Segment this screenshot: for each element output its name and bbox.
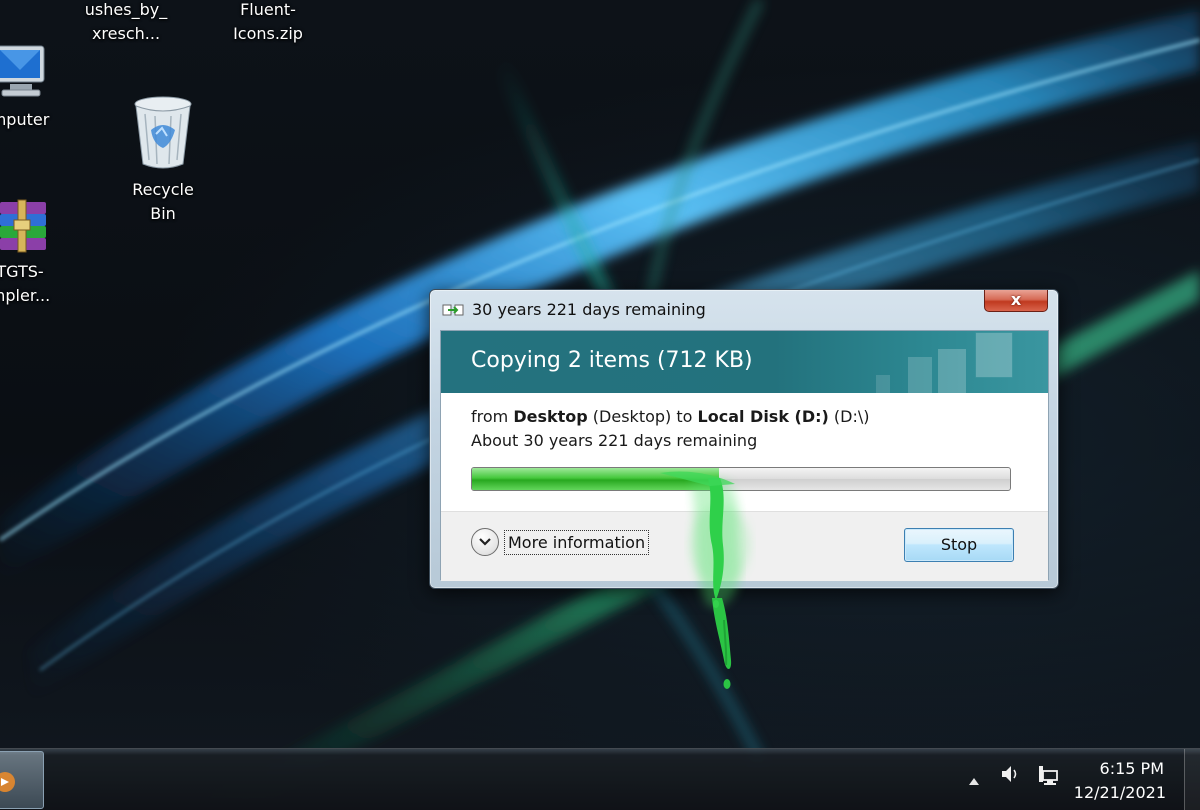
desktop-icon-label: Bin bbox=[150, 204, 176, 223]
copy-status-heading: Copying 2 items (712 KB) bbox=[471, 348, 753, 373]
desktop-icon-recycle-bin[interactable]: Recycle Bin bbox=[113, 94, 213, 226]
header-decoration bbox=[876, 332, 1013, 393]
desktop-icon-label: Fluent- bbox=[240, 0, 296, 19]
copy-destination-detail: (D:\) bbox=[828, 407, 870, 426]
dialog-header-band: Copying 2 items (712 KB) bbox=[441, 331, 1048, 393]
desktop-icon-winrar-archive[interactable]: TGTS- mpler... bbox=[0, 198, 70, 308]
volume-icon[interactable] bbox=[1000, 763, 1022, 789]
desktop-icon-label: Icons.zip bbox=[233, 24, 303, 43]
dialog-title: 30 years 221 days remaining bbox=[472, 300, 706, 319]
more-information-label[interactable]: More information bbox=[503, 529, 650, 555]
copy-progress-fill bbox=[472, 468, 720, 490]
copy-destination: Local Disk (D:) bbox=[697, 407, 829, 426]
desktop-icon-label: xresch... bbox=[91, 24, 161, 43]
computer-icon bbox=[0, 40, 52, 102]
copy-progress-bar bbox=[471, 467, 1011, 491]
show-hidden-icons-arrow[interactable] bbox=[968, 771, 980, 790]
desktop-icon-label: mputer bbox=[0, 110, 50, 129]
copy-files-icon bbox=[442, 302, 464, 318]
network-icon[interactable] bbox=[1036, 763, 1060, 791]
taskbar: 6:15 PM 12/21/2021 bbox=[0, 748, 1200, 810]
desktop-icon-label: TGTS- bbox=[0, 262, 44, 281]
show-desktop-button[interactable] bbox=[1184, 749, 1200, 810]
desktop-icon-label: ushes_by_ bbox=[84, 0, 168, 19]
start-button[interactable] bbox=[0, 751, 44, 809]
windows-logo-icon bbox=[0, 772, 15, 792]
more-information-toggle[interactable]: More information bbox=[471, 526, 650, 558]
close-icon: x bbox=[1010, 290, 1022, 309]
clock-time[interactable]: 6:15 PM bbox=[1100, 759, 1164, 778]
copy-route-text: from Desktop (Desktop) to Local Disk (D:… bbox=[471, 407, 870, 426]
desktop-icon-label: mpler... bbox=[0, 286, 51, 305]
desktop-icon-computer[interactable]: mputer bbox=[0, 40, 70, 132]
copy-from-label: from bbox=[471, 407, 514, 426]
dialog-titlebar[interactable]: 30 years 221 days remaining x bbox=[430, 290, 1058, 330]
desktop-icon-label: Recycle bbox=[132, 180, 194, 199]
chevron-down-icon[interactable] bbox=[471, 528, 499, 556]
stop-button[interactable]: Stop bbox=[904, 528, 1014, 562]
time-remaining-text: About 30 years 221 days remaining bbox=[471, 431, 758, 450]
close-button[interactable]: x bbox=[984, 290, 1048, 312]
winrar-archive-icon bbox=[0, 198, 50, 254]
desktop-icon-fluent-icons-zip[interactable]: Fluent- Icons.zip bbox=[218, 0, 318, 46]
dialog-content: Copying 2 items (712 KB) from Desktop (D… bbox=[440, 330, 1049, 581]
clock-date[interactable]: 12/21/2021 bbox=[1074, 783, 1166, 802]
copy-source-detail: (Desktop) to bbox=[587, 407, 698, 426]
recycle-bin-icon bbox=[131, 94, 195, 172]
dialog-footer: More information Stop bbox=[441, 511, 1048, 581]
desktop-icon-brushes[interactable]: ushes_by_ xresch... bbox=[76, 0, 176, 46]
copy-progress-dialog: 30 years 221 days remaining x Copying 2 … bbox=[429, 289, 1059, 589]
copy-source: Desktop bbox=[513, 407, 588, 426]
